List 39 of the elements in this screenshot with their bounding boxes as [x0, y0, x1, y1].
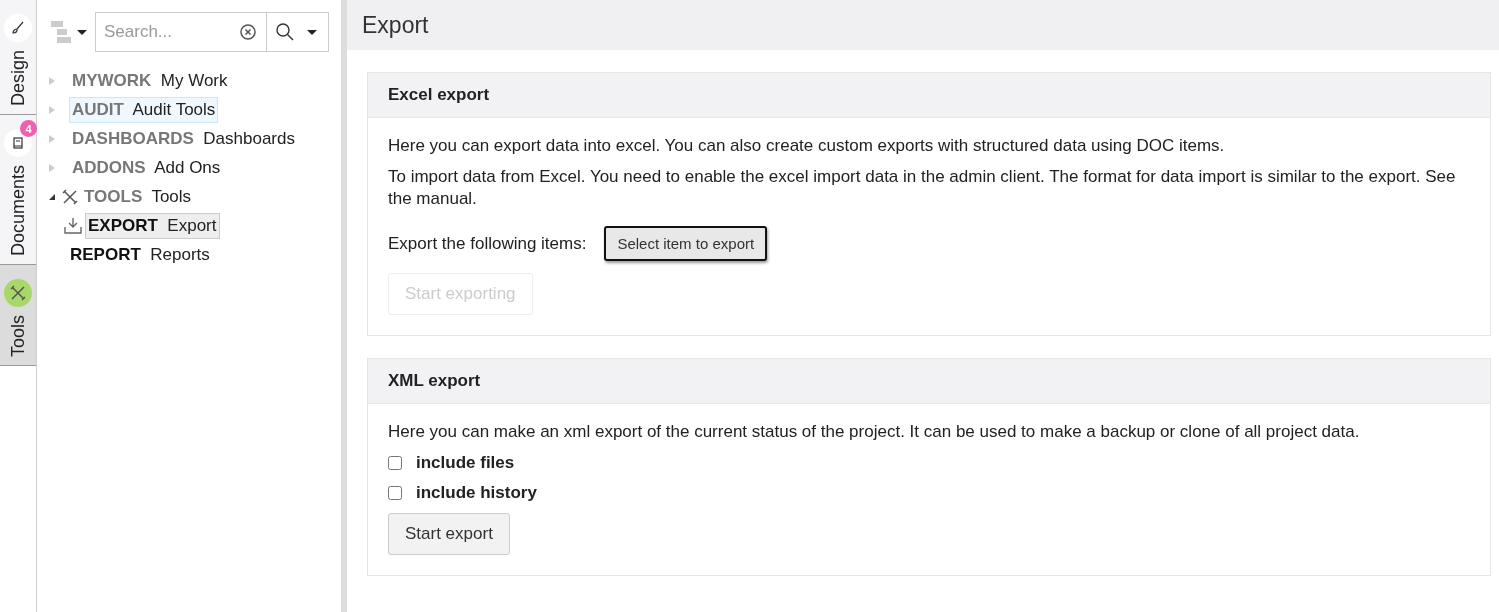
- tree-item[interactable]: ADDONS Add Ons: [69, 154, 224, 181]
- checkbox-label: include history: [416, 483, 537, 504]
- count-badge: 4: [20, 120, 37, 138]
- caret-icon[interactable]: [307, 29, 317, 35]
- start-button[interactable]: Start export: [388, 513, 510, 556]
- search-icon: [275, 22, 295, 42]
- download-tray-icon: [63, 216, 83, 235]
- side-tab-label: Documents: [7, 165, 29, 257]
- side-tab[interactable]: 4 Documents: [0, 115, 36, 266]
- select-button[interactable]: Select item to export: [604, 226, 768, 262]
- clear-icon[interactable]: [239, 23, 257, 41]
- tree-item[interactable]: DASHBOARDS Dashboards: [69, 125, 298, 152]
- tree-item[interactable]: EXPORT Export: [85, 212, 220, 239]
- search-button[interactable]: [267, 12, 329, 52]
- tree-item[interactable]: REPORT Reports: [67, 241, 213, 268]
- brush-icon: [10, 20, 26, 36]
- tools-icon: [9, 284, 27, 303]
- tools-icon: [61, 187, 79, 206]
- side-tab-label: Tools: [7, 315, 29, 358]
- field-label: Export the following items:: [388, 233, 587, 254]
- paragraph: Here you can make an xml export of the current status of the project. It can be used to make a backup or clone of all project data.: [388, 421, 1361, 444]
- book-icon: [11, 136, 25, 151]
- section-title: XML export: [388, 371, 481, 392]
- page-title: Export: [362, 11, 429, 39]
- side-tab[interactable]: Design: [0, 0, 36, 116]
- checkbox[interactable]: [388, 456, 402, 471]
- collapse-icon[interactable]: [49, 193, 55, 200]
- tree-item[interactable]: MYWORK My Work: [69, 67, 231, 94]
- tree-item[interactable]: TOOLS Tools: [81, 183, 195, 210]
- paragraph: To import data from Excel. You need to enable the excel import data in the admin client. The format for data import is similar to the export. See the manual.: [388, 166, 1457, 211]
- caret-icon[interactable]: [77, 29, 87, 35]
- side-tab[interactable]: Tools: [0, 265, 36, 367]
- checkbox-label: include files: [416, 453, 515, 474]
- checkbox[interactable]: [388, 486, 402, 501]
- section-title: Excel export: [388, 85, 490, 105]
- search-field[interactable]: Search...: [95, 12, 267, 52]
- tree-item[interactable]: AUDIT Audit Tools: [69, 96, 219, 123]
- side-tab-label: Design: [7, 50, 29, 107]
- paragraph: Here you can export data into excel. You can also create custom exports with structured data using DOC items.: [388, 135, 1226, 157]
